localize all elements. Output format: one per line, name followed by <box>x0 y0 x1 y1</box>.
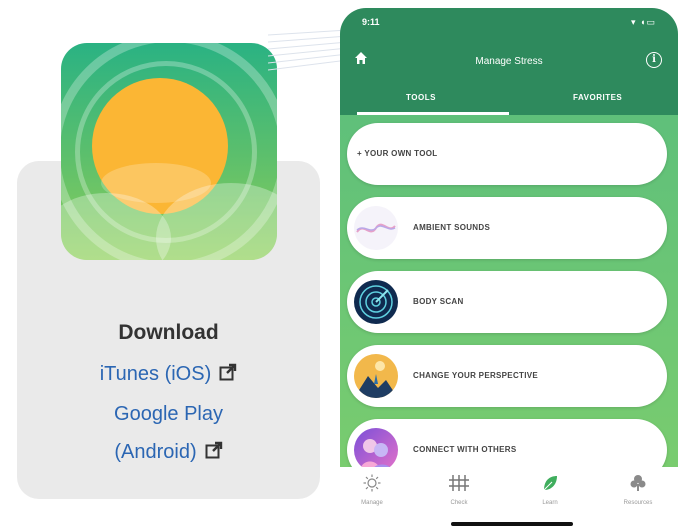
nav-item-resources[interactable]: Resources <box>608 474 668 506</box>
external-link-icon[interactable] <box>205 441 223 459</box>
list-item-label: CHANGE YOUR PERSPECTIVE <box>413 371 538 380</box>
page-title: Manage Stress <box>475 56 543 67</box>
list-item-change-your-perspective[interactable]: CHANGE YOUR PERSPECTIVE <box>347 345 667 407</box>
nav-label: Manage <box>361 500 383 506</box>
android-link-label[interactable]: (Android) <box>114 441 196 463</box>
nav-item-learn[interactable]: Learn <box>520 474 580 506</box>
tab-favorites[interactable]: FAVORITES <box>573 93 622 102</box>
status-time: 9:11 <box>362 17 380 27</box>
app-icon <box>61 43 277 260</box>
list-item-label: BODY SCAN <box>413 297 464 306</box>
decorative-stripes <box>268 30 348 71</box>
tools-list: + YOUR OWN TOOL AMBIENT SOUNDS BODY SCAN… <box>340 115 678 481</box>
nav-item-check[interactable]: Check <box>429 474 489 506</box>
list-item-label: + YOUR OWN TOOL <box>357 149 438 158</box>
sun-icon <box>363 474 381 492</box>
itunes-link-label[interactable]: iTunes (iOS) <box>100 363 212 385</box>
list-item-body-scan[interactable]: BODY SCAN <box>347 271 667 333</box>
android-link[interactable]: (Android) <box>17 441 320 464</box>
google-play-link-label[interactable]: Google Play <box>114 403 223 425</box>
tree-icon <box>630 475 646 491</box>
info-icon[interactable]: i <box>646 52 662 68</box>
tab-tools[interactable]: TOOLS <box>406 93 436 102</box>
download-heading: Download <box>118 321 219 344</box>
leaf-icon <box>543 476 557 491</box>
list-item-your-own-tool[interactable]: + YOUR OWN TOOL <box>347 123 667 185</box>
nav-item-manage[interactable]: Manage <box>342 474 402 506</box>
google-play-link[interactable]: Google Play <box>17 403 320 426</box>
fence-icon <box>449 475 469 491</box>
cloud-shape-mid <box>101 163 211 203</box>
nav-label: Check <box>450 500 468 506</box>
nav-label: Learn <box>542 500 558 506</box>
external-link-icon[interactable] <box>219 363 237 381</box>
sound-wave-icon <box>354 206 398 250</box>
people-icon <box>354 428 398 472</box>
radar-icon <box>354 280 398 324</box>
list-item-ambient-sounds[interactable]: AMBIENT SOUNDS <box>347 197 667 259</box>
list-item-label: CONNECT WITH OTHERS <box>413 445 517 454</box>
mountain-icon <box>354 354 398 398</box>
itunes-link[interactable]: iTunes (iOS) <box>17 363 320 386</box>
list-item-label: AMBIENT SOUNDS <box>413 223 491 232</box>
home-indicator <box>451 522 573 526</box>
status-icons: ▾ ◖▭ <box>631 17 656 27</box>
phone-screen: 9:11 ▾ ◖▭ Manage Stress i TOOLS FAVORITE… <box>340 8 678 531</box>
nav-label: Resources <box>623 500 653 506</box>
